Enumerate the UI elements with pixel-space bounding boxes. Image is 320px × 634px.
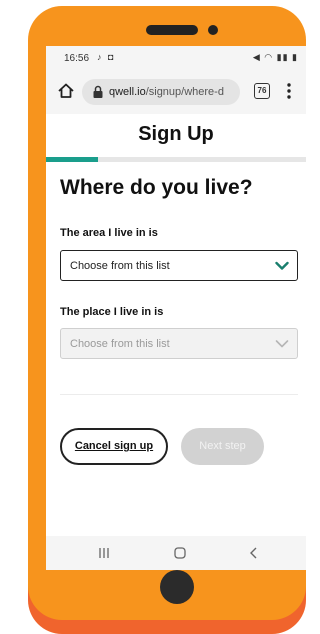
url-text: qwell.io/signup/where-d [109, 86, 224, 98]
back-icon[interactable] [246, 545, 262, 561]
tab-switcher-button[interactable]: 76 [254, 83, 270, 99]
notification-icons: ♪ ◘ [97, 52, 116, 62]
status-time: 16:56 [64, 53, 90, 64]
next-step-button[interactable]: Next step [181, 428, 264, 465]
lock-icon [93, 85, 103, 98]
address-bar[interactable]: qwell.io/signup/where-d [82, 79, 240, 105]
android-nav-bar [46, 536, 306, 570]
chevron-down-icon [275, 340, 289, 348]
chevron-down-icon [275, 261, 289, 270]
home-nav-icon[interactable] [172, 545, 188, 561]
area-select[interactable]: Choose from this list [60, 250, 298, 281]
url-path: /signup/where-d [145, 86, 224, 98]
divider [60, 394, 298, 395]
progress-bar [46, 157, 306, 162]
phone-camera [208, 25, 218, 35]
signal-battery-icons: ◀ ◠ ▮▮ ▮ [252, 52, 298, 62]
phone-screen: 16:56 ♪ ◘ ◀ ◠ ▮▮ ▮ qwell.io/signup/where… [46, 46, 306, 570]
question-heading: Where do you live? [60, 176, 253, 199]
phone-speaker [146, 25, 198, 35]
url-domain: qwell.io [109, 86, 146, 98]
page-title: Sign Up [138, 123, 214, 145]
browser-toolbar: qwell.io/signup/where-d 76 [46, 70, 306, 114]
place-label: The place I live in is [60, 306, 164, 318]
area-label: The area I live in is [60, 227, 158, 239]
place-select[interactable]: Choose from this list [60, 328, 298, 359]
area-select-value: Choose from this list [70, 260, 170, 272]
more-options-icon[interactable] [286, 81, 292, 101]
recent-apps-icon[interactable] [96, 545, 112, 561]
progress-fill [46, 157, 98, 162]
phone-home-button[interactable] [160, 570, 194, 604]
place-select-value: Choose from this list [70, 338, 170, 350]
cancel-signup-button[interactable]: Cancel sign up [60, 428, 168, 465]
home-icon[interactable] [56, 81, 76, 101]
status-bar: 16:56 ♪ ◘ ◀ ◠ ▮▮ ▮ [46, 46, 306, 70]
